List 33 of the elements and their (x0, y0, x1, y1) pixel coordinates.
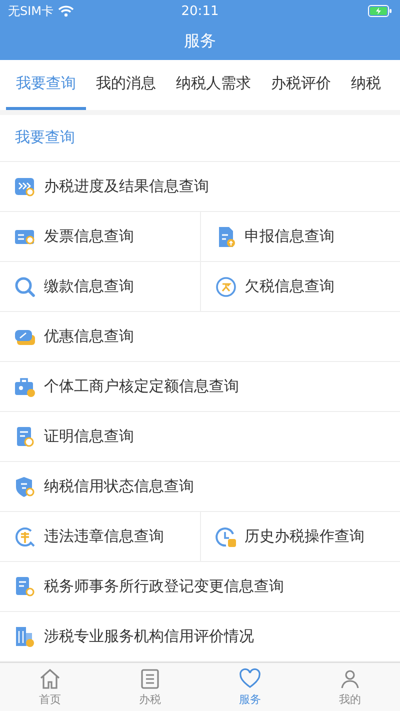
query-item[interactable]: 优惠信息查询 (0, 312, 400, 362)
document-search-icon (14, 576, 36, 598)
query-item[interactable]: 税务师事务所行政登记变更信息查询 (0, 562, 400, 612)
building-icon (14, 626, 36, 648)
status-time: 20:11 (181, 4, 219, 18)
arrows-card-icon (14, 176, 36, 198)
query-item[interactable]: 历史办税操作查询 (200, 512, 400, 562)
tab[interactable]: 我的消息 (86, 60, 166, 110)
tab[interactable]: 纳税 (341, 60, 391, 110)
tab[interactable]: 纳税人需求 (166, 60, 261, 110)
query-item[interactable]: 证明信息查询 (0, 412, 400, 462)
section-title: 我要查询 (15, 128, 75, 148)
tab[interactable]: 办税评价 (261, 60, 341, 110)
search-icon (14, 276, 36, 298)
query-item[interactable]: 纳税信用状态信息查询 (0, 462, 400, 512)
query-item[interactable]: 违法违章信息查询 (0, 512, 200, 562)
shield-icon (14, 476, 36, 498)
query-item[interactable]: 缴款信息查询 (0, 262, 200, 312)
list-icon (138, 667, 162, 692)
query-item[interactable]: 欠税信息查询 (200, 262, 400, 312)
briefcase-icon (14, 376, 36, 398)
battery-icon (368, 5, 392, 17)
wifi-icon (58, 5, 74, 17)
certificate-icon (14, 426, 36, 448)
page-title: 服务 (184, 30, 216, 52)
home-icon (38, 667, 62, 692)
query-item[interactable]: 个体工商户核定定额信息查询 (0, 362, 400, 412)
query-item[interactable]: 发票信息查询 (0, 212, 200, 262)
query-item[interactable]: 涉税专业服务机构信用评价情况 (0, 612, 400, 662)
clock-icon (214, 526, 236, 548)
query-item[interactable]: 申报信息查询 (200, 212, 400, 262)
query-item[interactable]: 办税进度及结果信息查询 (0, 162, 400, 212)
carrier-text: 无SIM卡 (8, 2, 54, 20)
